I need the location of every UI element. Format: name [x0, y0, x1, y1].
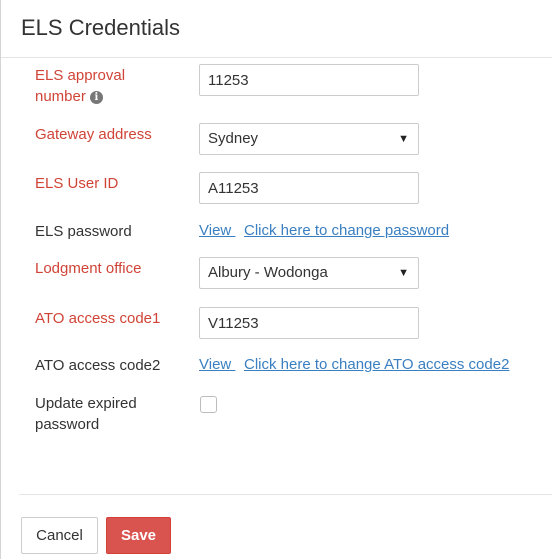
chevron-down-icon: ▼ — [398, 267, 409, 279]
chevron-down-icon: ▼ — [398, 133, 409, 145]
lodgment-office-select[interactable]: Albury - Wodonga ▼ — [199, 257, 419, 289]
update-expired-checkbox[interactable] — [200, 396, 217, 413]
update-expired-label-line1: Update expired — [35, 395, 137, 412]
user-id-input[interactable] — [199, 172, 419, 204]
gateway-address-label: Gateway address — [35, 126, 152, 143]
gateway-address-selected: Sydney — [208, 130, 259, 147]
password-view-link[interactable]: View — [199, 221, 235, 241]
dialog-title: ELS Credentials — [21, 15, 180, 40]
lodgment-office-label: Lodgment office — [35, 260, 142, 277]
update-expired-label-line2: password — [35, 416, 100, 433]
info-icon[interactable]: i — [89, 91, 103, 104]
approval-number-label-line1: ELS approval — [35, 67, 126, 84]
footer-divider — [19, 494, 552, 495]
gateway-address-select[interactable]: Sydney ▼ — [199, 123, 419, 155]
ato-access-code1-label: ATO access code1 — [35, 310, 161, 327]
change-password-link[interactable]: Click here to change password — [244, 221, 449, 241]
lodgment-office-selected: Albury - Wodonga — [208, 264, 328, 281]
approval-number-label: ELS approval number i — [35, 65, 125, 107]
cancel-button[interactable]: Cancel — [21, 517, 98, 554]
update-expired-label: Update expired password — [35, 393, 137, 435]
els-credentials-dialog: ELS Credentials ELS approval numberi Gat… — [0, 0, 552, 559]
dialog-header: ELS Credentials — [1, 0, 552, 58]
ato-access-code1-input[interactable] — [199, 307, 419, 339]
password-label: ELS password — [35, 223, 132, 240]
user-id-label: ELS User ID — [35, 175, 119, 192]
ato-code2-view-link[interactable]: View — [199, 355, 235, 375]
change-ato-code2-link[interactable]: Click here to change ATO access code2 — [244, 355, 509, 375]
approval-number-input[interactable] — [199, 64, 419, 96]
save-button[interactable]: Save — [106, 517, 171, 554]
approval-number-label-line2: number — [35, 88, 86, 105]
ato-access-code2-label: ATO access code2 — [35, 357, 161, 374]
